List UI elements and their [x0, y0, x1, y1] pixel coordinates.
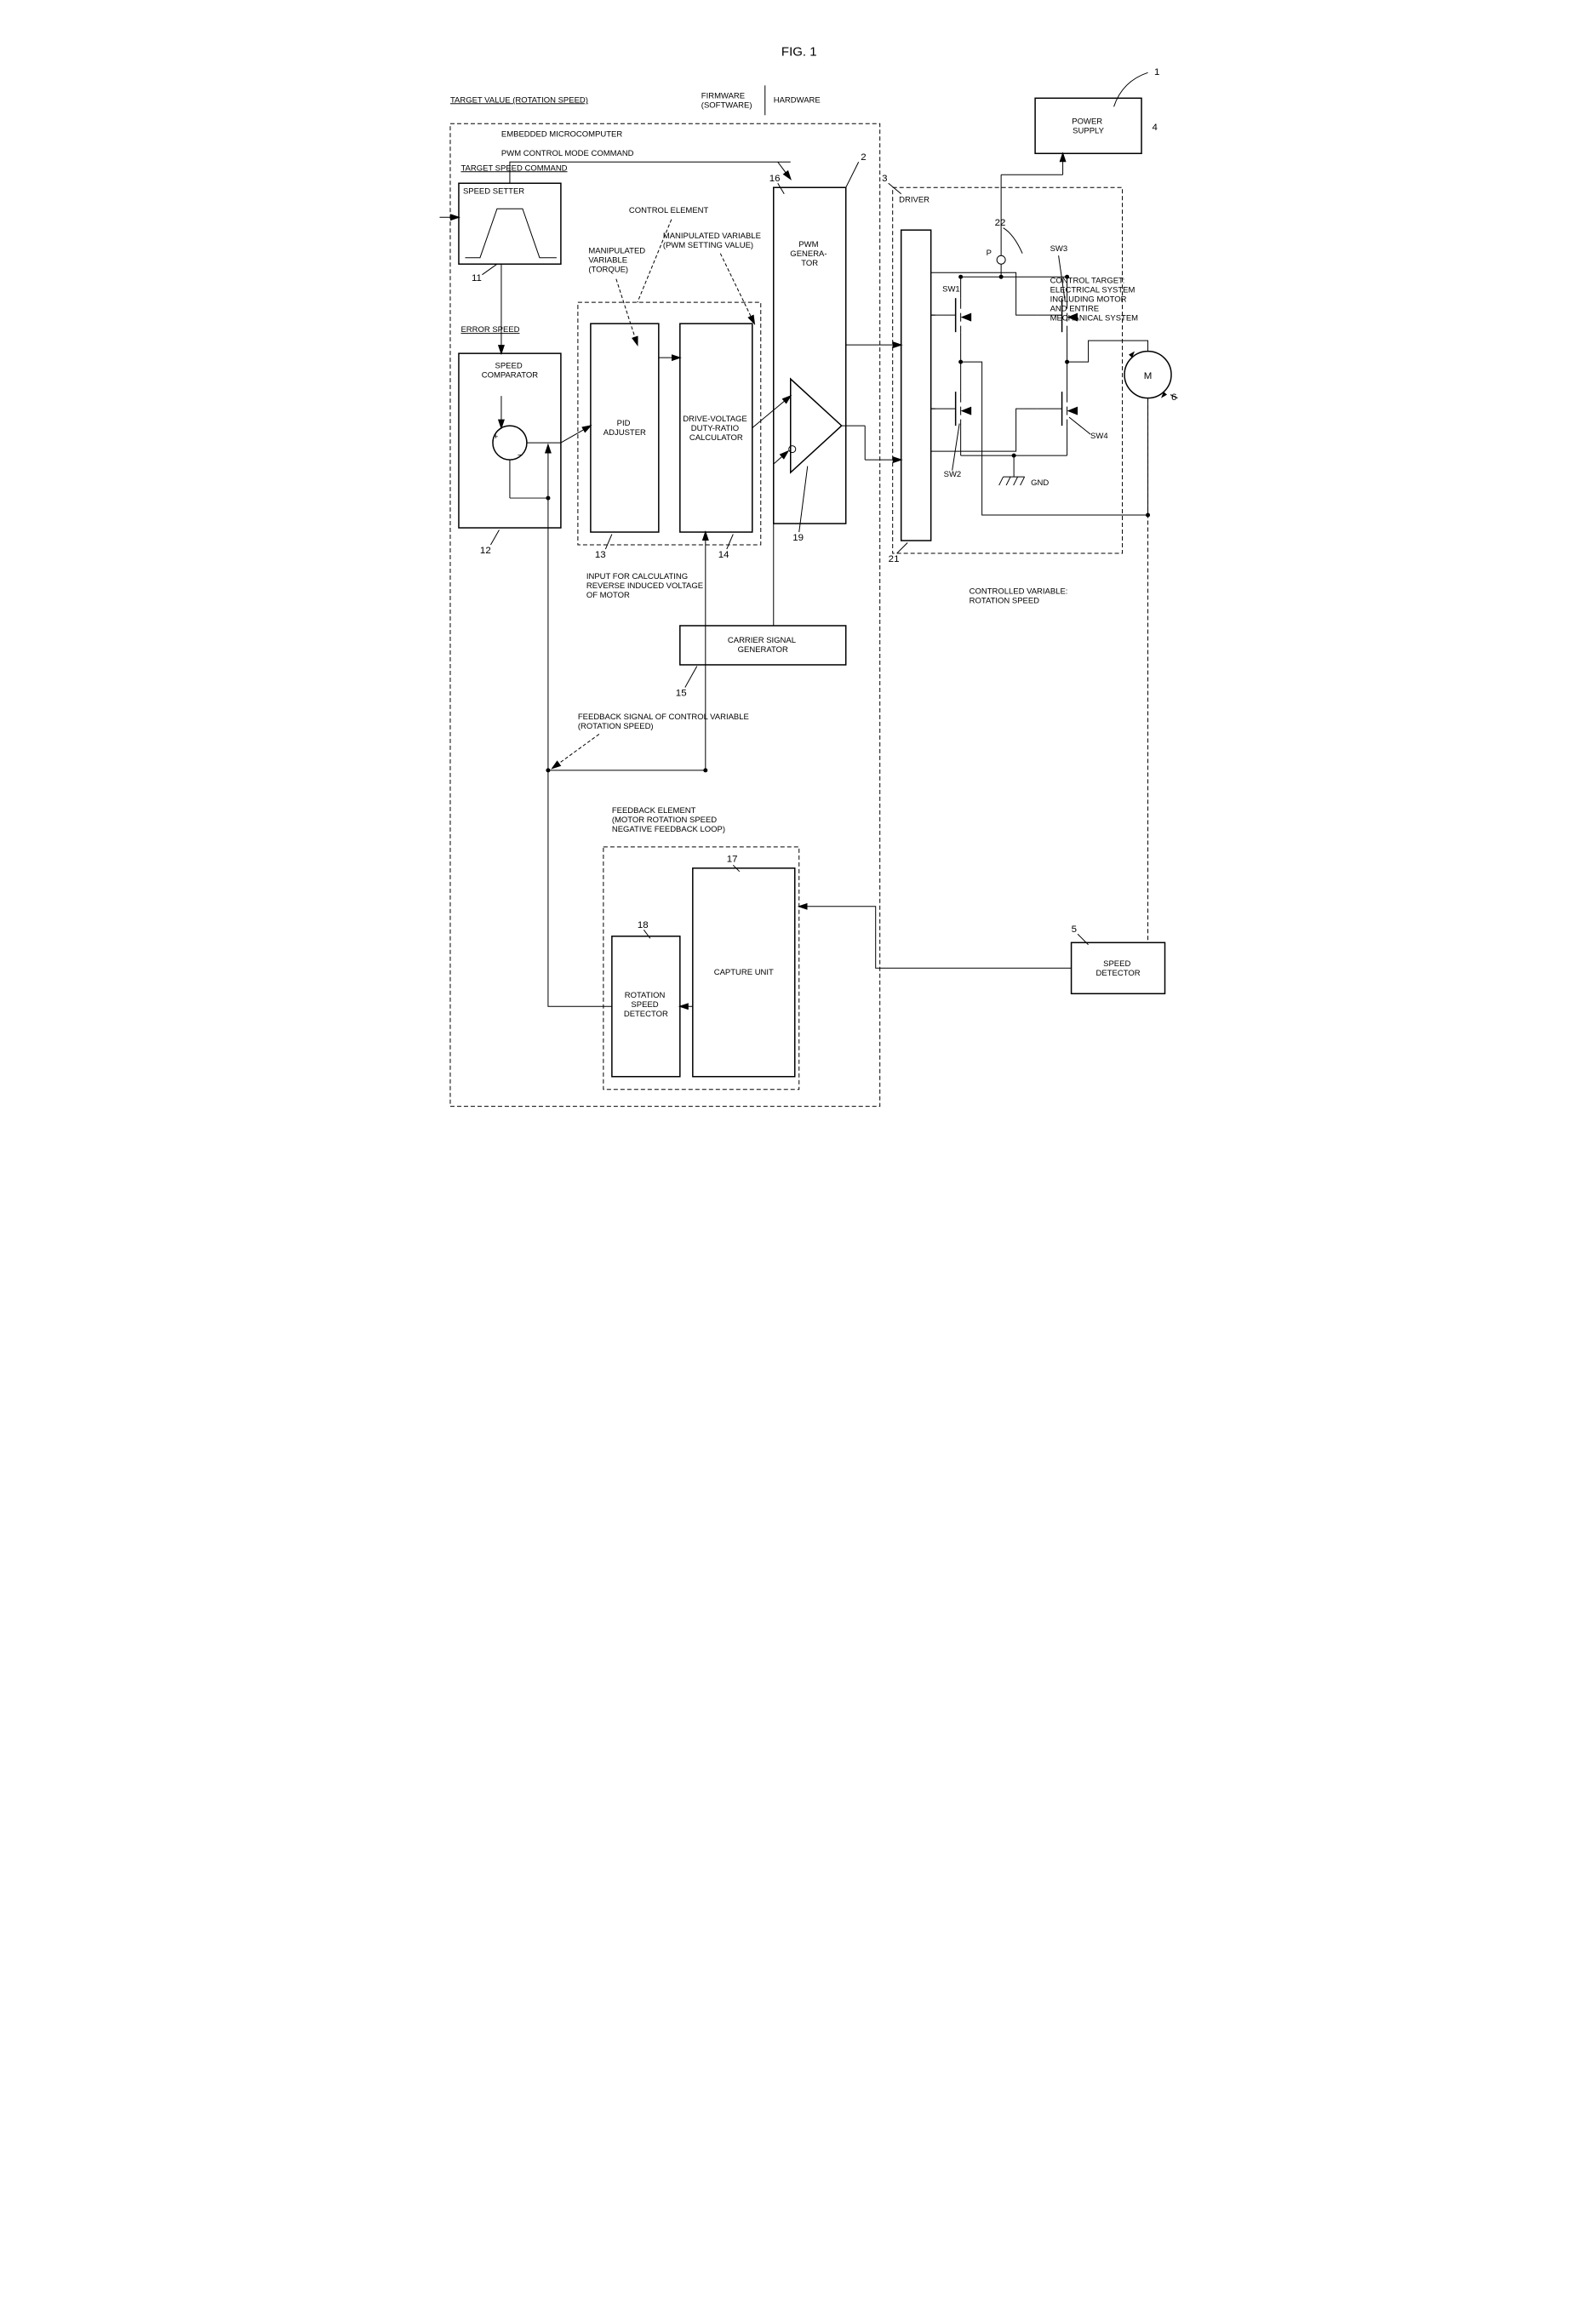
predriver-num: 21 — [889, 554, 900, 564]
predriver-block — [901, 230, 931, 541]
target-value-label: TARGET VALUE (ROTATION SPEED) — [450, 95, 588, 105]
target-speed-cmd: TARGET SPEED COMMAND — [460, 163, 567, 173]
pwm-mode-cmd: PWM CONTROL MODE COMMAND — [501, 149, 634, 158]
speed-setter-label: SPEED SETTER — [463, 187, 524, 197]
sw4-label: SW4 — [1090, 432, 1108, 441]
pwm-gen-block — [774, 187, 846, 524]
capture-unit-num: 17 — [727, 854, 738, 864]
pid-adjuster-num: 13 — [595, 550, 606, 560]
driver-label: DRIVER — [899, 196, 930, 205]
speed-comparator-num: 12 — [480, 546, 491, 556]
carrier-gen-label: CARRIER SIGNAL GENERATOR — [728, 636, 798, 655]
sw3-label: SW3 — [1050, 244, 1068, 254]
sw1-label: SW1 — [942, 285, 960, 295]
pwm-gen-num: 16 — [769, 174, 781, 184]
controlled-var-label: CONTROLLED VARIABLE: ROTATION SPEED — [970, 587, 1070, 606]
bridge-num: 22 — [995, 218, 1006, 228]
feedback-element-label: FEEDBACK ELEMENT (MOTOR ROTATION SPEED N… — [612, 806, 725, 834]
rot-speed-det-num: 18 — [638, 920, 649, 930]
driver-boundary — [893, 187, 1123, 553]
feedback-signal-label: FEEDBACK SIGNAL OF CONTROL VARIABLE (ROT… — [578, 713, 752, 731]
hardware-label: HARDWARE — [774, 95, 821, 105]
sw2-label: SW2 — [944, 470, 962, 479]
comparator-triangle — [791, 379, 842, 472]
ref-main: 1 — [1154, 67, 1159, 77]
capture-unit-label: CAPTURE UNIT — [714, 968, 774, 977]
mcu-boundary — [450, 123, 880, 1106]
minus-sign: − — [518, 451, 523, 461]
plus-sign: + — [494, 432, 499, 442]
speed-setter-num: 11 — [472, 273, 482, 283]
speed-detector-num: 5 — [1072, 924, 1077, 935]
duty-calc-num: 14 — [718, 550, 729, 560]
control-element-label: CONTROL ELEMENT — [629, 206, 709, 215]
power-supply-label: POWER SUPPLY — [1072, 117, 1104, 135]
figure-title: FIG. 1 — [781, 44, 817, 59]
firmware-label: FIRMWARE (SOFTWARE) — [701, 91, 752, 110]
embedded-mcu-label: EMBEDDED MICROCOMPUTER — [501, 129, 622, 139]
manip-pwm-label: MANIPULATED VARIABLE (PWM SETTING VALUE) — [663, 232, 764, 250]
gnd-label: GND — [1031, 478, 1049, 488]
power-supply-num: 4 — [1153, 123, 1158, 133]
carrier-gen-num: 15 — [676, 688, 687, 698]
rot-speed-det-label: ROTATION SPEED DETECTOR — [624, 991, 668, 1019]
pid-adjuster-label: PID ADJUSTER — [604, 419, 646, 438]
motor-label: M — [1144, 371, 1153, 381]
comparator-num: 19 — [792, 533, 804, 543]
manip-torque-label: MANIPULATED VARIABLE (TORQUE) — [588, 247, 647, 275]
p-label: P — [987, 249, 992, 258]
error-speed-label: ERROR SPEED — [460, 325, 519, 335]
mcu-num: 2 — [861, 152, 866, 163]
speed-comparator-label: SPEED COMPARATOR — [482, 362, 539, 381]
control-target-label: CONTROL TARGET: ELECTRICAL SYSTEM INCLUD… — [1050, 277, 1139, 323]
driver-num: 3 — [882, 174, 887, 184]
input-reverse-label: INPUT FOR CALCULATING REVERSE INDUCED VO… — [586, 572, 706, 600]
sw4-fet — [1038, 362, 1078, 455]
diagram-svg: 1 FIG. 1 TARGET VALUE (ROTATION SPEED) F… — [399, 17, 1197, 1179]
speed-detector-label: SPEED DETECTOR — [1096, 959, 1141, 978]
pwm-gen-label: PWM GENERA- TOR — [790, 240, 829, 268]
duty-calc-label: DRIVE-VOLTAGE DUTY-RATIO CALCULATOR — [683, 415, 749, 443]
sw2-fet — [931, 362, 971, 455]
